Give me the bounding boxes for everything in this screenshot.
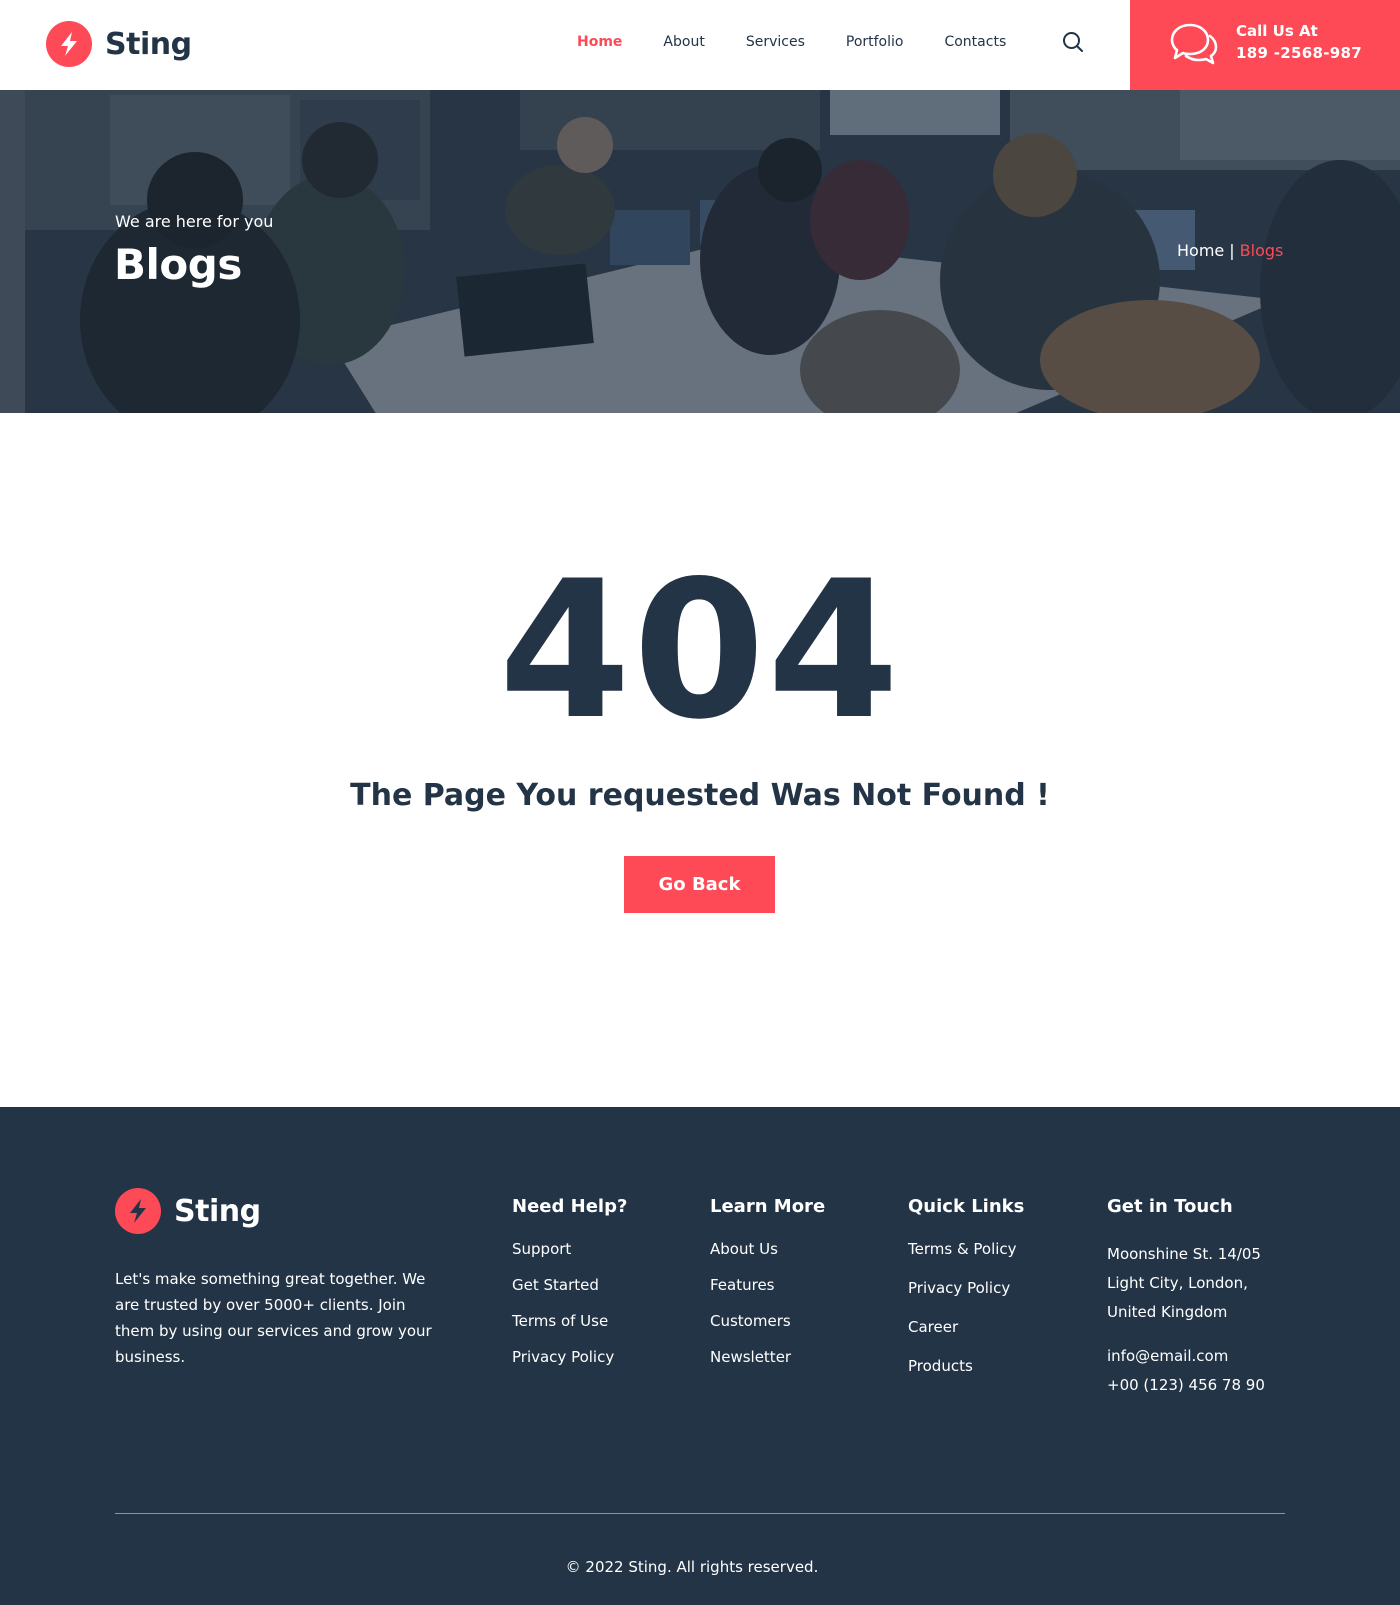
main-nav: Home About Services Portfolio Contacts (577, 32, 1047, 52)
footer-link-career[interactable]: Career (908, 1318, 1024, 1336)
footer-column-title: Need Help? (512, 1196, 628, 1217)
footer-column-title: Get in Touch (1107, 1196, 1233, 1217)
footer-link-about-us[interactable]: About Us (710, 1240, 825, 1258)
logo-link[interactable]: Sting (46, 21, 192, 67)
contact-email[interactable]: info@email.com (1107, 1342, 1265, 1371)
footer-column-title: Quick Links (908, 1196, 1025, 1217)
breadcrumb-separator: | (1229, 241, 1235, 260)
footer-logo-link[interactable]: Sting (115, 1188, 261, 1234)
bolt-icon (46, 21, 92, 67)
copyright: © 2022 Sting. All rights reserved. (565, 1558, 819, 1576)
contact-address: Moonshine St. 14/05 Light City, London, … (1107, 1240, 1265, 1327)
call-number[interactable]: 189 -2568-987 (1236, 44, 1362, 62)
contact-phone[interactable]: +00 (123) 456 78 90 (1107, 1371, 1265, 1400)
footer-link-products[interactable]: Products (908, 1357, 1024, 1375)
footer-brand-name: Sting (174, 1193, 261, 1229)
nav-item-contacts[interactable]: Contacts (944, 32, 1006, 52)
footer-link-get-started[interactable]: Get Started (512, 1276, 627, 1294)
footer-column-title: Learn More (710, 1196, 826, 1217)
footer-column-contact: Get in Touch Moonshine St. 14/05 Light C… (1107, 1196, 1265, 1400)
brand-name: Sting (105, 26, 192, 62)
chat-bubbles-icon (1170, 22, 1218, 66)
breadcrumb-home[interactable]: Home (1177, 241, 1224, 260)
footer-column-help: Need Help? Support Get Started Terms of … (512, 1196, 627, 1384)
address-line: Light City, London, (1107, 1274, 1248, 1292)
error-message: The Page You requested Was Not Found ! (350, 778, 1050, 813)
address-line: United Kingdom (1107, 1303, 1228, 1321)
footer-link-newsletter[interactable]: Newsletter (710, 1348, 825, 1366)
footer-link-support[interactable]: Support (512, 1240, 627, 1258)
footer-link-terms-policy[interactable]: Terms & Policy (908, 1240, 1024, 1258)
hero-subtitle: We are here for you (115, 212, 274, 231)
search-icon[interactable] (1062, 31, 1084, 53)
bolt-icon (115, 1188, 161, 1234)
footer-link-privacy-policy[interactable]: Privacy Policy (512, 1348, 627, 1366)
address-line: Moonshine St. 14/05 (1107, 1245, 1261, 1263)
footer-column-quick-links: Quick Links Terms & Policy Privacy Polic… (908, 1196, 1024, 1396)
breadcrumb-current: Blogs (1239, 241, 1284, 260)
footer-column-learn: Learn More About Us Features Customers N… (710, 1196, 825, 1384)
go-back-button[interactable]: Go Back (624, 856, 775, 913)
footer-link-privacy-policy[interactable]: Privacy Policy (908, 1279, 1024, 1297)
nav-item-home[interactable]: Home (577, 32, 622, 52)
page-hero: We are here for you Blogs Home | Blogs (0, 90, 1400, 413)
footer-link-features[interactable]: Features (710, 1276, 825, 1294)
footer-description: Let's make something great together. We … (115, 1270, 432, 1366)
call-us-box[interactable]: Call Us At 189 -2568-987 (1130, 0, 1400, 90)
page-title: Blogs (114, 240, 242, 289)
site-footer: Sting Let's make something great togethe… (0, 1107, 1400, 1605)
footer-divider (115, 1513, 1285, 1514)
footer-link-terms-of-use[interactable]: Terms of Use (512, 1312, 627, 1330)
breadcrumb: Home | Blogs (1177, 241, 1283, 260)
site-header: Sting Home About Services Portfolio Cont… (0, 0, 1400, 90)
nav-item-portfolio[interactable]: Portfolio (846, 32, 904, 52)
nav-item-services[interactable]: Services (746, 32, 805, 52)
nav-item-about[interactable]: About (663, 32, 704, 52)
footer-link-customers[interactable]: Customers (710, 1312, 825, 1330)
call-label: Call Us At (1236, 22, 1318, 40)
error-code: 404 (498, 540, 902, 761)
